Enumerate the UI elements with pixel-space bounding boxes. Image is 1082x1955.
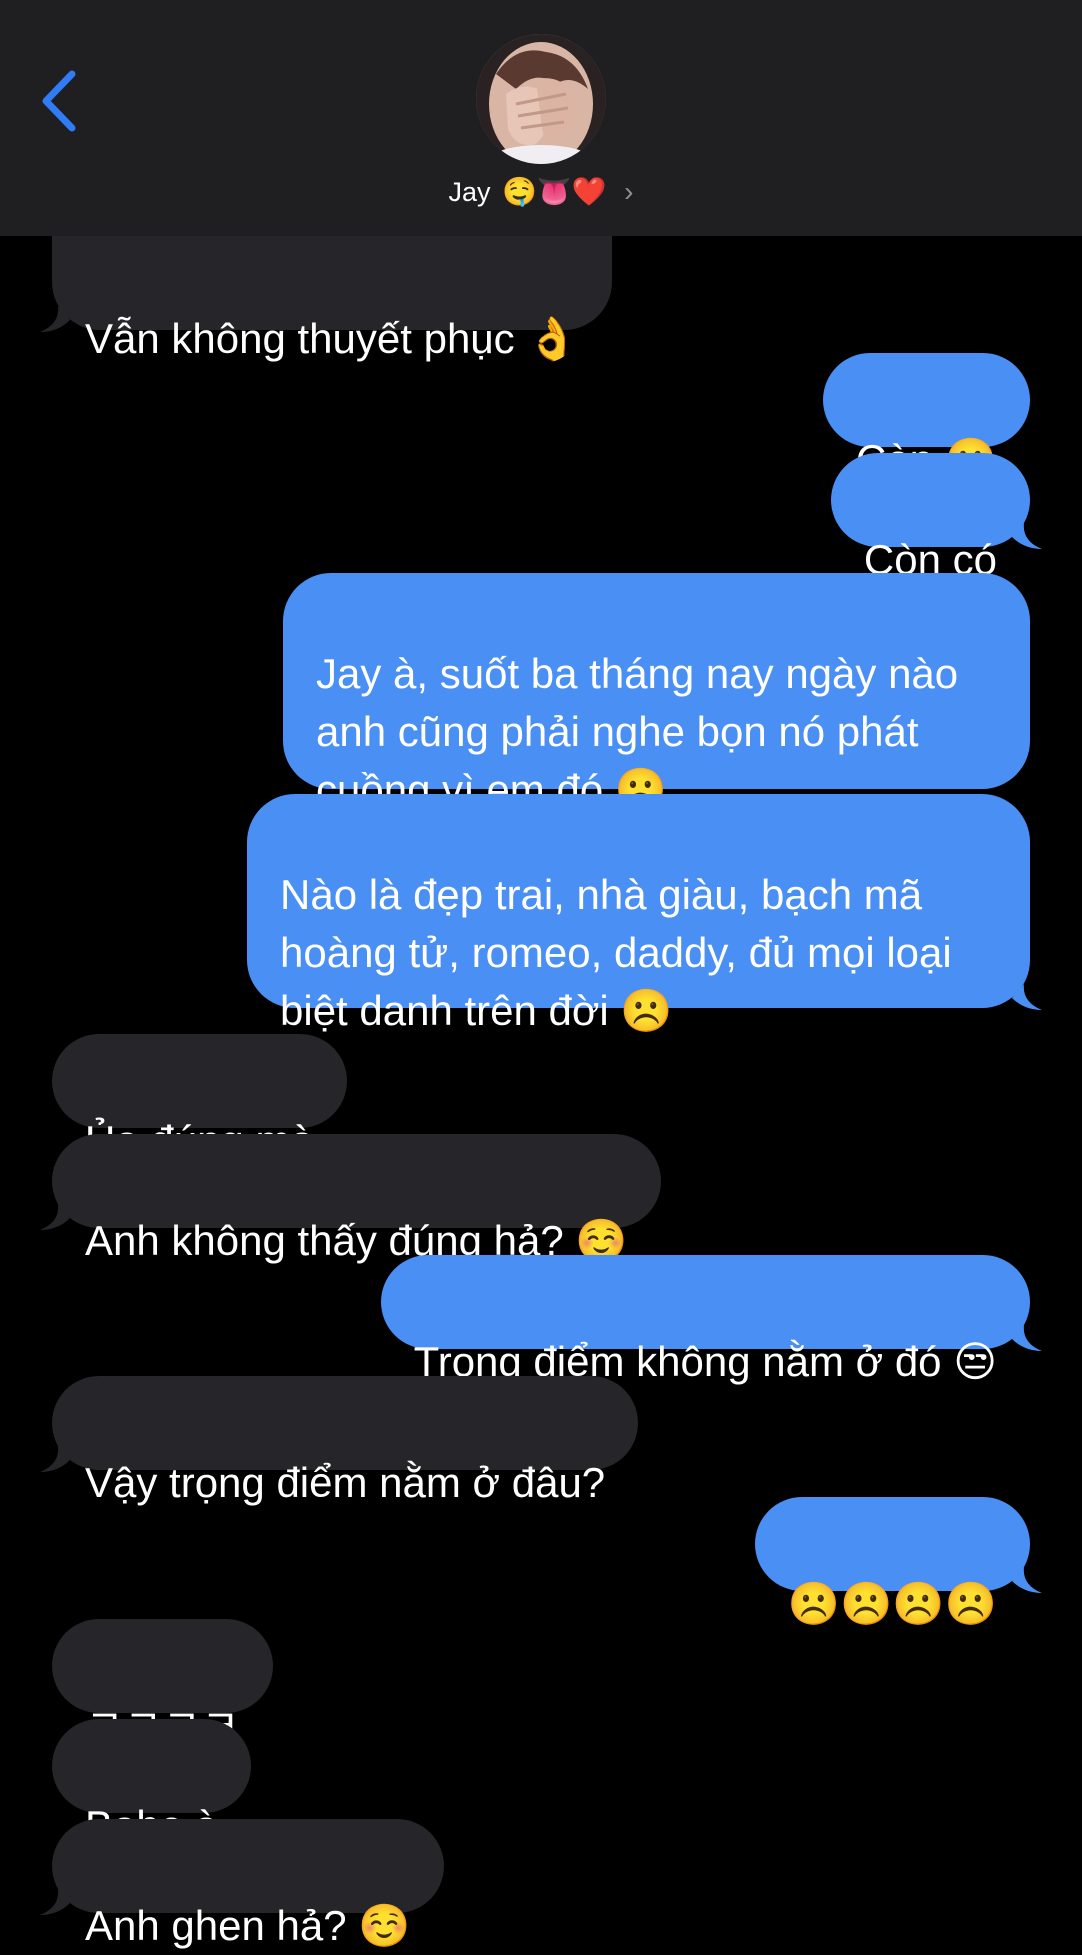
bubble-tail-incoming: [40, 1204, 70, 1230]
message-bubble-incoming[interactable]: ㅋㅋㅋㅋ: [52, 1619, 273, 1749]
contact-name: Jay: [448, 177, 491, 207]
message-text: Jay à, suốt ba tháng nay ngày nào anh cũ…: [316, 650, 959, 813]
message-bubble-outgoing[interactable]: ☹️☹️☹️☹️: [754, 1497, 1030, 1627]
bubble-tail-outgoing: [1012, 1325, 1042, 1351]
message-text: Vẫn không thuyết phục 👌: [85, 315, 579, 362]
message-text: Nào là đẹp trai, nhà giàu, bạch mã hoàng…: [280, 871, 952, 1034]
message-text: ☹️☹️☹️☹️: [787, 1580, 997, 1627]
contact-emojis: 🤤👅❤️: [502, 175, 607, 208]
message-text: Anh ghen hả? ☺️: [85, 1902, 411, 1949]
message-bubble-outgoing[interactable]: Còn có: [830, 453, 1030, 583]
message-bubble-incoming[interactable]: Anh không thấy đúng hả? ☺️: [52, 1134, 661, 1264]
message-bubble-incoming[interactable]: Babe à: [52, 1719, 252, 1849]
bubble-tail-outgoing: [1012, 984, 1042, 1010]
bubble-tail-incoming: [40, 306, 70, 332]
message-bubble-incoming[interactable]: Anh ghen hả? ☺️: [52, 1819, 444, 1949]
bubble-tail-incoming: [40, 1446, 70, 1472]
bubble-tail-outgoing: [1012, 523, 1042, 549]
chevron-right-icon: ›: [624, 176, 634, 207]
conversation-header: Jay 🤤👅❤️ ›: [0, 0, 1082, 236]
message-text: Vậy trọng điểm nằm ở đâu?: [85, 1459, 606, 1506]
bubble-tail-outgoing: [1012, 1567, 1042, 1593]
message-bubble-outgoing[interactable]: Trọng điểm không nằm ở đó 😒: [380, 1255, 1030, 1385]
message-bubble-incoming[interactable]: Vậy trọng điểm nằm ở đâu?: [52, 1376, 639, 1506]
contact-avatar[interactable]: [476, 34, 606, 164]
back-button[interactable]: [36, 66, 86, 136]
message-bubble-outgoing[interactable]: Còn ☹️: [822, 353, 1030, 483]
chevron-left-icon: [42, 70, 76, 132]
message-bubble-incoming[interactable]: Vẫn không thuyết phục 👌: [52, 236, 612, 362]
bubble-tail-incoming: [40, 1889, 70, 1915]
message-bubble-outgoing[interactable]: Nào là đẹp trai, nhà giàu, bạch mã hoàng…: [247, 794, 1030, 1034]
contact-name-line[interactable]: Jay 🤤👅❤️ ›: [0, 174, 1082, 210]
message-bubble-outgoing[interactable]: Jay à, suốt ba tháng nay ngày nào anh cũ…: [283, 573, 1030, 813]
message-bubble-incoming[interactable]: Ủa đúng mà: [52, 1034, 347, 1164]
